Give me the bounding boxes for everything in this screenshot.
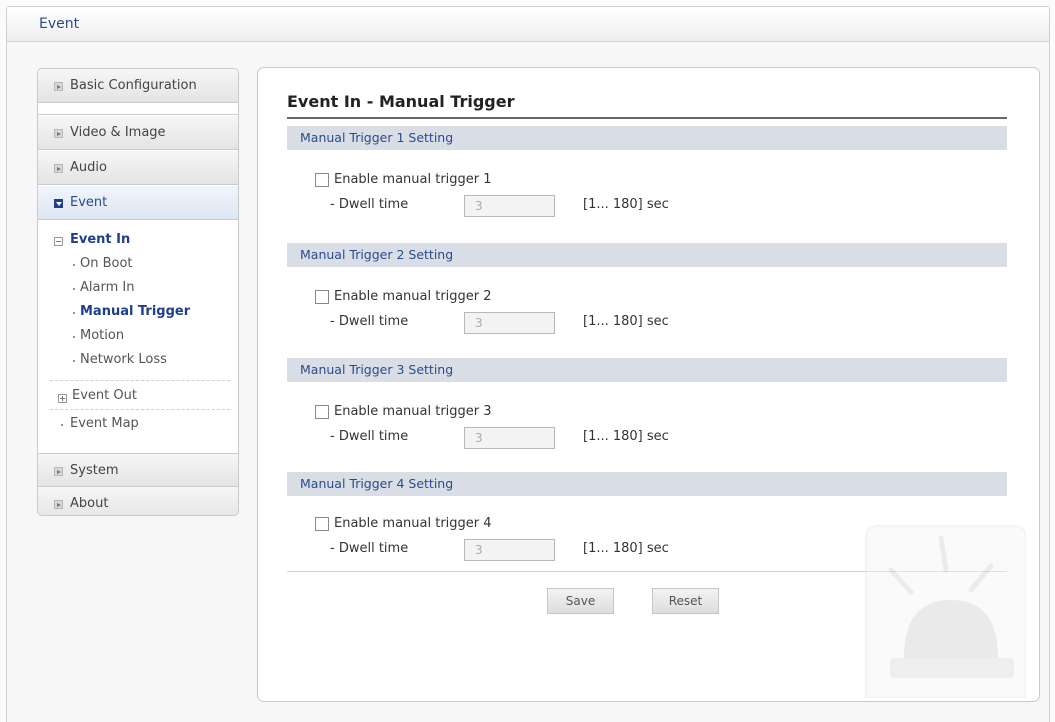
sidebar-item-video-image[interactable]: Video & Image <box>38 116 238 150</box>
bullet-icon <box>73 264 75 266</box>
reset-button[interactable]: Reset <box>652 588 719 614</box>
bullet-icon <box>73 360 75 362</box>
title-bar: Event <box>7 7 1049 42</box>
dwell-range-hint: [1... 180] sec <box>583 541 669 556</box>
dwell-time-label: - Dwell time <box>330 197 409 212</box>
window-title: Event <box>39 16 80 32</box>
tree-expand-icon[interactable] <box>58 394 67 403</box>
dwell-range-hint: [1... 180] sec <box>583 314 669 329</box>
title-underline <box>287 117 1007 119</box>
sidebar-item-label: About <box>70 496 109 511</box>
dwell-time-4-input[interactable] <box>464 539 555 561</box>
dwell-time-label: - Dwell time <box>330 541 409 556</box>
expand-arrow-icon <box>54 500 63 509</box>
bullet-icon <box>73 312 75 314</box>
bullet-icon <box>61 424 63 426</box>
expand-arrow-icon <box>54 82 63 91</box>
sidebar-item-label: Event <box>70 195 108 210</box>
divider <box>50 380 230 381</box>
submenu-event-in[interactable]: Event In <box>70 232 130 247</box>
alarm-light-icon <box>865 525 1026 698</box>
expand-arrow-icon <box>54 467 63 476</box>
submenu-motion[interactable]: Motion <box>80 328 124 343</box>
divider <box>50 409 230 410</box>
sidebar-item-audio[interactable]: Audio <box>38 151 238 185</box>
dwell-time-2-input[interactable] <box>464 312 555 334</box>
sidebar-nav: Basic Configuration Video & Image Audio … <box>37 68 239 516</box>
sidebar-separator <box>38 105 238 115</box>
enable-trigger-1-checkbox[interactable] <box>315 173 329 187</box>
dwell-time-label: - Dwell time <box>330 429 409 444</box>
page-title: Event In - Manual Trigger <box>287 92 515 111</box>
submenu-event-map[interactable]: Event Map <box>70 416 139 431</box>
tree-collapse-icon[interactable] <box>54 237 63 246</box>
expand-arrow-icon <box>54 129 63 138</box>
enable-trigger-2-checkbox[interactable] <box>315 290 329 304</box>
sidebar-item-basic-configuration[interactable]: Basic Configuration <box>38 69 238 103</box>
section-header-trigger-1: Manual Trigger 1 Setting <box>287 126 1007 150</box>
event-submenu: Event In On Boot Alarm In Manual Trigger… <box>38 226 238 453</box>
submenu-event-out[interactable]: Event Out <box>72 388 137 403</box>
bullet-icon <box>73 336 75 338</box>
submenu-network-loss[interactable]: Network Loss <box>80 352 167 367</box>
app-frame: Event Basic Configuration Video & Image … <box>6 6 1050 722</box>
bullet-icon <box>73 288 75 290</box>
enable-trigger-2-label: Enable manual trigger 2 <box>334 289 492 304</box>
sidebar-item-system[interactable]: System <box>38 453 238 487</box>
save-button[interactable]: Save <box>547 588 614 614</box>
collapse-arrow-icon <box>54 199 63 208</box>
section-header-trigger-4: Manual Trigger 4 Setting <box>287 472 1007 496</box>
sidebar-item-label: Basic Configuration <box>70 78 197 93</box>
submenu-on-boot[interactable]: On Boot <box>80 256 133 271</box>
dwell-time-3-input[interactable] <box>464 427 555 449</box>
sidebar-item-label: Audio <box>70 160 107 175</box>
section-header-trigger-3: Manual Trigger 3 Setting <box>287 358 1007 382</box>
section-header-trigger-2: Manual Trigger 2 Setting <box>287 243 1007 267</box>
sidebar-item-about[interactable]: About <box>38 487 238 515</box>
enable-trigger-3-label: Enable manual trigger 3 <box>334 404 492 419</box>
enable-trigger-4-label: Enable manual trigger 4 <box>334 516 492 531</box>
sidebar-item-label: System <box>70 463 119 478</box>
sidebar-item-label: Video & Image <box>70 125 166 140</box>
enable-trigger-3-checkbox[interactable] <box>315 405 329 419</box>
submenu-alarm-in[interactable]: Alarm In <box>80 280 134 295</box>
dwell-range-hint: [1... 180] sec <box>583 429 669 444</box>
dwell-time-1-input[interactable] <box>464 195 555 217</box>
main-panel: Event In - Manual Trigger Manual Trigger… <box>257 67 1040 702</box>
submenu-manual-trigger[interactable]: Manual Trigger <box>80 304 190 319</box>
enable-trigger-4-checkbox[interactable] <box>315 517 329 531</box>
dwell-time-label: - Dwell time <box>330 314 409 329</box>
enable-trigger-1-label: Enable manual trigger 1 <box>334 172 492 187</box>
expand-arrow-icon <box>54 164 63 173</box>
sidebar-item-event[interactable]: Event <box>38 186 238 220</box>
dwell-range-hint: [1... 180] sec <box>583 197 669 212</box>
